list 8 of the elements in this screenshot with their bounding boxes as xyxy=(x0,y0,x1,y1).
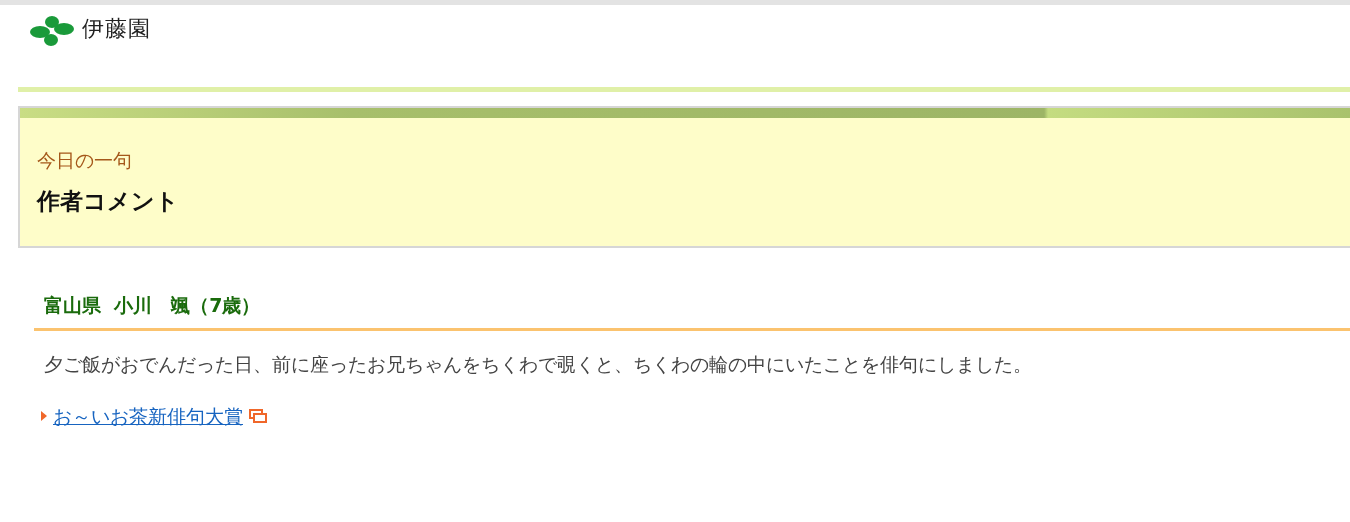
triangle-bullet-icon xyxy=(41,411,47,421)
author-comment: 夕ご飯がおでんだった日、前に座ったお兄ちゃんをちくわで覗くと、ちくわの輪の中にいたことを俳句にしました。 xyxy=(44,352,1033,377)
brand-name: 伊藤園 xyxy=(82,15,151,43)
award-link[interactable]: お～いお茶新俳句大賞 xyxy=(53,403,243,429)
panel-label: 今日の一句 xyxy=(37,148,133,172)
clover-logo-icon xyxy=(30,15,76,47)
author-heading: 富山県 小川 颯（7歳） xyxy=(44,293,262,318)
panel-title: 作者コメント xyxy=(37,187,180,216)
